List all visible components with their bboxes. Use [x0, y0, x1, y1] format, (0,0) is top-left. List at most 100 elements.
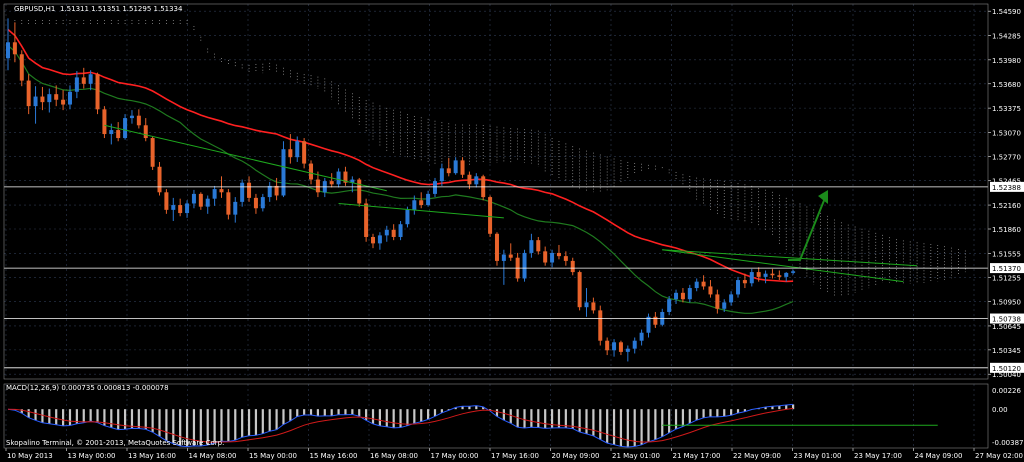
candle-body — [267, 185, 272, 198]
candle-body — [240, 182, 245, 202]
macd-label: MACD(12,26,9) 0.000735 0.000813 -0.00007… — [6, 384, 169, 392]
x-tick-label: 15 May 00:00 — [249, 452, 297, 460]
candle-body — [563, 256, 568, 261]
candle-body — [61, 99, 66, 105]
x-tick-label: 10 May 2013 — [7, 452, 53, 460]
y-tick-label: 1.51555 — [992, 250, 1021, 258]
candle-body — [426, 193, 431, 206]
candle-body — [164, 192, 169, 210]
candle-body — [591, 302, 596, 311]
candle-body — [687, 288, 692, 300]
candle-body — [742, 280, 747, 284]
y-tick-label: 1.50345 — [992, 347, 1021, 355]
candle-body — [247, 182, 252, 198]
candle-body — [74, 77, 79, 92]
candle-body — [529, 240, 534, 253]
candle-body — [556, 252, 561, 257]
candle-body — [129, 115, 134, 119]
y-tick-label: 1.50645 — [992, 323, 1021, 331]
candle-body — [680, 292, 685, 300]
candle-body — [736, 280, 741, 295]
x-tick-label: 23 May 17:00 — [854, 452, 902, 460]
candle-body — [494, 233, 499, 261]
candle-body — [185, 203, 190, 214]
candle-body — [54, 94, 59, 100]
candle-body — [701, 281, 706, 287]
candle-body — [315, 179, 320, 193]
x-tick-label: 23 May 01:00 — [794, 452, 842, 460]
candle-body — [336, 171, 341, 185]
candle-body — [715, 294, 720, 309]
y-tick-label: 1.54285 — [992, 33, 1021, 41]
macd-tick-label: 0.00226 — [992, 387, 1021, 395]
candle-body — [460, 160, 465, 175]
candle-body — [667, 299, 672, 312]
y-tick-label: 1.52160 — [992, 202, 1021, 210]
candle-body — [618, 342, 623, 352]
candle-body — [253, 197, 258, 209]
x-tick-label: 13 May 16:00 — [128, 452, 176, 460]
candle-body — [19, 54, 24, 81]
candle-body — [412, 200, 417, 210]
x-tick-label: 16 May 08:00 — [370, 452, 418, 460]
candle-body — [198, 193, 203, 207]
candle-body — [364, 203, 369, 237]
candle-body — [432, 181, 437, 194]
y-tick-label: 1.51860 — [992, 226, 1021, 234]
chart-background — [0, 0, 1024, 462]
candle-body — [281, 149, 286, 196]
y-tick-label: 1.53680 — [992, 81, 1021, 89]
chart-window: 1.52388 1.51370 1.50738 1.50120 1.54590 1.54… — [0, 0, 1024, 462]
candle-body — [763, 273, 768, 277]
candle-body — [136, 115, 141, 126]
candle-body — [123, 118, 128, 139]
candle-body — [584, 302, 589, 308]
candle-body — [674, 292, 679, 300]
x-tick-label: 21 May 17:00 — [673, 452, 721, 460]
x-tick-label: 13 May 00:00 — [68, 452, 116, 460]
candle-body — [777, 275, 782, 277]
symbol-title: GBPUSD,H1 — [14, 5, 55, 13]
x-tick-label: 14 May 08:00 — [189, 452, 237, 460]
candle-body — [770, 273, 775, 276]
candle-body — [756, 272, 761, 277]
candle-body — [150, 138, 155, 167]
candle-body — [288, 149, 293, 158]
candle-body — [143, 125, 148, 139]
candle-body — [109, 130, 114, 135]
candle-body — [508, 254, 513, 258]
candle-body — [157, 166, 162, 193]
macd-tick-label: -0.00387 — [992, 439, 1023, 447]
candle-body — [357, 179, 362, 204]
candle-body — [446, 168, 451, 174]
y-tick-label: 1.50040 — [992, 371, 1021, 379]
price-chart[interactable]: 1.523881.513701.507381.50120 1.545901.54… — [0, 0, 1024, 462]
copyright-text: Skopalino Terminal, © 2001-2013, MetaQuo… — [6, 439, 224, 447]
y-tick-label: 1.53070 — [992, 129, 1021, 137]
candle-body — [6, 42, 10, 59]
candle-body — [749, 272, 754, 284]
candle-body — [639, 332, 644, 341]
candle-body — [88, 74, 93, 84]
x-tick-label: 20 May 09:00 — [552, 452, 600, 460]
candle-body — [191, 193, 196, 204]
ohlc-readout: 1.51311 1.51351 1.51295 1.51334 — [60, 5, 183, 13]
candle-body — [81, 77, 86, 84]
candle-body — [577, 272, 582, 308]
candle-body — [694, 281, 699, 289]
y-tick-label: 1.51255 — [992, 274, 1021, 282]
y-tick-label: 1.53980 — [992, 57, 1021, 65]
candle-body — [501, 254, 506, 261]
candle-body — [453, 160, 458, 174]
candle-body — [178, 205, 183, 214]
candle-body — [536, 240, 541, 252]
candle-body — [212, 189, 217, 199]
candle-body — [729, 294, 734, 303]
candle-body — [653, 316, 658, 325]
y-tick-label: 1.53375 — [992, 105, 1021, 113]
candle-body — [219, 189, 224, 193]
y-tick-label: 1.52465 — [992, 178, 1021, 186]
candle-body — [398, 224, 403, 237]
x-tick-label: 22 May 09:00 — [733, 452, 781, 460]
macd-tick-label: 0.00 — [992, 406, 1008, 414]
